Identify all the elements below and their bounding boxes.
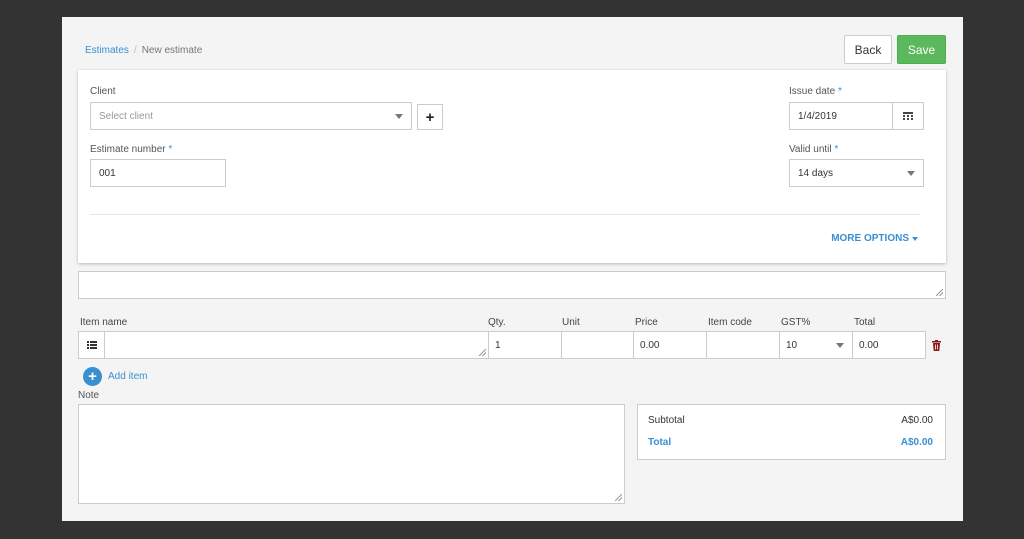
list-icon	[86, 341, 97, 349]
item-name-input[interactable]	[104, 331, 489, 359]
item-list-button[interactable]	[78, 331, 105, 359]
caret-down-icon	[912, 236, 918, 241]
required-marker: *	[834, 144, 839, 155]
more-options-toggle[interactable]: MORE OPTIONS	[831, 233, 918, 244]
more-options-label: MORE OPTIONS	[831, 233, 909, 244]
total-amount: A$0.00	[900, 437, 933, 448]
total-value: 0.00	[859, 339, 879, 351]
note-textarea[interactable]	[78, 404, 625, 504]
client-label: Client	[90, 86, 116, 97]
col-header-gst: GST%	[781, 317, 811, 328]
totals-summary: Subtotal A$0.00 Total A$0.00	[637, 404, 946, 460]
estimate-number-input[interactable]: 001	[90, 159, 226, 187]
valid-until-label: Valid until *	[789, 144, 838, 155]
breadcrumb-estimates-link[interactable]: Estimates	[85, 45, 129, 56]
calendar-icon	[903, 111, 913, 120]
resize-handle-icon	[479, 349, 486, 356]
subtotal-value: A$0.00	[901, 415, 933, 426]
chevron-down-icon	[395, 114, 403, 119]
add-client-button[interactable]: +	[417, 104, 443, 130]
col-header-qty: Qty.	[488, 317, 506, 328]
add-item-button[interactable]: + Add item	[83, 367, 147, 386]
valid-until-label-text: Valid until	[789, 144, 832, 155]
issue-date-input[interactable]: 1/4/2019	[789, 102, 893, 130]
total-input[interactable]: 0.00	[852, 331, 926, 359]
issue-date-label-text: Issue date	[789, 86, 836, 97]
resize-handle-icon	[936, 289, 943, 296]
breadcrumb-separator: /	[133, 45, 137, 56]
col-header-price: Price	[635, 317, 658, 328]
estimate-page: Estimates / New estimate Back Save Client …	[62, 17, 963, 521]
issue-date-value: 1/4/2019	[798, 110, 837, 122]
client-select[interactable]: Select client	[90, 102, 412, 130]
col-header-item-code: Item code	[708, 317, 752, 328]
description-textarea[interactable]	[78, 271, 946, 299]
qty-value: 1	[495, 339, 501, 351]
chevron-down-icon	[907, 171, 915, 176]
estimate-number-value: 001	[99, 167, 116, 179]
note-label: Note	[78, 390, 100, 401]
issue-date-label: Issue date *	[789, 86, 842, 97]
trash-icon	[931, 339, 941, 351]
total-row: Total A$0.00	[648, 437, 933, 448]
estimate-details-card: Client Select client + Estimate number *…	[78, 70, 946, 263]
valid-until-value: 14 days	[798, 167, 834, 179]
subtotal-label: Subtotal	[648, 415, 685, 426]
valid-until-select[interactable]: 14 days	[789, 159, 924, 187]
divider	[90, 214, 920, 215]
qty-input[interactable]: 1	[488, 331, 562, 359]
client-select-placeholder: Select client	[99, 110, 153, 122]
total-label: Total	[648, 437, 672, 448]
price-input[interactable]: 0.00	[633, 331, 707, 359]
col-header-item-name: Item name	[80, 317, 128, 328]
estimate-number-label: Estimate number *	[90, 144, 172, 155]
required-marker: *	[168, 144, 173, 155]
required-marker: *	[837, 86, 842, 97]
price-value: 0.00	[640, 339, 660, 351]
item-code-input[interactable]	[706, 331, 780, 359]
resize-handle-icon	[615, 494, 622, 501]
unit-input[interactable]	[561, 331, 634, 359]
chevron-down-icon	[836, 343, 844, 348]
estimate-number-label-text: Estimate number	[90, 144, 166, 155]
subtotal-row: Subtotal A$0.00	[648, 415, 933, 426]
add-item-label: Add item	[108, 371, 148, 382]
plus-icon: +	[425, 108, 435, 126]
back-button[interactable]: Back	[844, 35, 892, 64]
gst-select[interactable]: 10	[779, 331, 853, 359]
breadcrumb: Estimates / New estimate	[85, 45, 202, 56]
breadcrumb-current: New estimate	[141, 45, 203, 56]
calendar-button[interactable]	[892, 102, 924, 130]
col-header-total: Total	[854, 317, 876, 328]
col-header-unit: Unit	[562, 317, 580, 328]
save-button[interactable]: Save	[897, 35, 946, 64]
plus-circle-icon: +	[83, 367, 102, 386]
gst-value: 10	[786, 339, 798, 351]
delete-row-button[interactable]	[930, 338, 942, 352]
